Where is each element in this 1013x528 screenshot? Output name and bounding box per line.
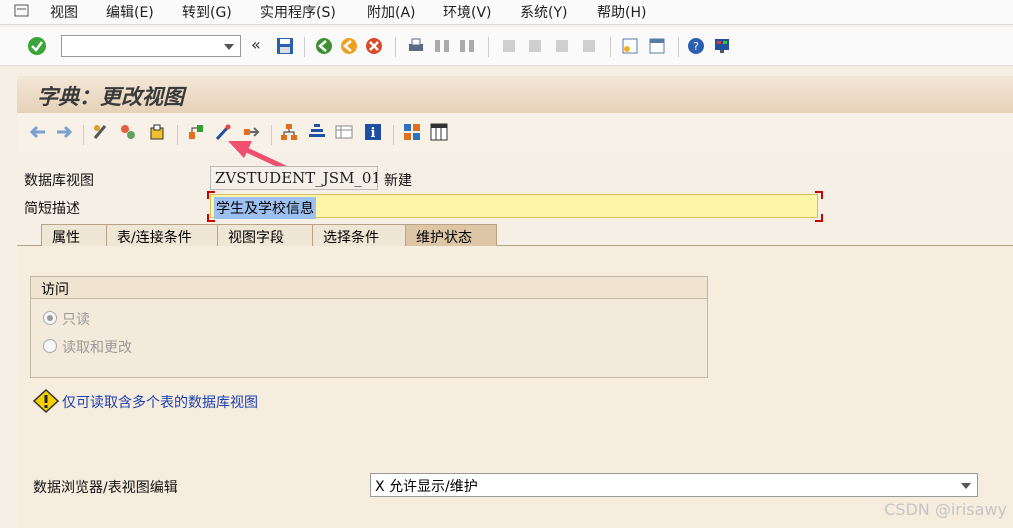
svg-text:?: ? <box>693 40 699 53</box>
access-group-title: 访问 <box>31 277 707 299</box>
print-icon[interactable] <box>407 37 425 55</box>
menu-bar: 视图 编辑(E) 转到(G) 实用程序(S) 附加(A) 环境(V) 系统(Y)… <box>0 0 1013 25</box>
db-view-field[interactable]: ZVSTUDENT_JSM_01 <box>210 166 378 190</box>
tab-label: 属性 <box>52 230 80 246</box>
shortcut-icon[interactable] <box>648 37 666 55</box>
data-browser-select[interactable]: X 允许显示/维护 <box>370 473 978 497</box>
hierarchy-icon[interactable] <box>280 123 298 141</box>
prev-page-icon[interactable] <box>526 37 544 55</box>
menu-edit[interactable]: 编辑(E) <box>106 2 154 22</box>
chevron-down-icon[interactable] <box>961 483 971 489</box>
arrow-right-icon[interactable] <box>55 123 73 141</box>
command-field[interactable] <box>61 35 241 57</box>
column-table-icon[interactable] <box>430 123 448 141</box>
customize-layout-icon[interactable] <box>713 37 731 55</box>
chevron-down-icon[interactable] <box>224 44 234 50</box>
radio-read-only[interactable] <box>43 311 57 325</box>
exit-icon[interactable] <box>340 37 358 55</box>
warning-icon <box>33 389 59 413</box>
menu-view[interactable]: 视图 <box>50 2 78 22</box>
first-page-icon[interactable] <box>500 37 518 55</box>
info-icon[interactable]: i <box>364 123 382 141</box>
short-description-value[interactable]: 学生及学校信息 <box>214 197 316 219</box>
where-used-icon[interactable] <box>242 123 260 141</box>
menu-utilities[interactable]: 实用程序(S) <box>260 2 336 22</box>
tab-strip: 属性 表/连接条件 视图字段 选择条件 维护状态 <box>17 222 1013 246</box>
watermark: CSDN @irisawy <box>884 500 1007 519</box>
data-browser-value: X 允许显示/维护 <box>375 479 478 495</box>
next-page-icon[interactable] <box>553 37 571 55</box>
short-description-field[interactable]: 学生及学校信息 <box>210 194 818 219</box>
radio-read-change-label: 读取和更改 <box>62 340 132 356</box>
save-icon[interactable] <box>276 37 294 55</box>
radio-read-only-label: 只读 <box>62 312 90 328</box>
last-page-icon[interactable] <box>580 37 598 55</box>
application-toolbar: i <box>17 113 1013 153</box>
access-group: 访问 <box>30 276 708 378</box>
find-icon[interactable] <box>433 37 451 55</box>
center-stack-icon[interactable] <box>308 123 326 141</box>
warning-message: 仅可读取含多个表的数据库视图 <box>62 395 258 411</box>
tab-label: 选择条件 <box>323 230 379 246</box>
new-session-icon[interactable] <box>621 37 639 55</box>
grid-layout-icon[interactable] <box>403 123 421 141</box>
menu-environment[interactable]: 环境(V) <box>443 2 492 22</box>
tab-maintenance-status[interactable]: 维护状态 <box>405 224 497 246</box>
window-menu-icon[interactable] <box>14 3 30 17</box>
help-icon[interactable]: ? <box>687 37 705 55</box>
other-object-icon[interactable] <box>148 123 166 141</box>
tab-attributes[interactable]: 属性 <box>41 224 107 246</box>
cancel-icon[interactable] <box>365 37 383 55</box>
tab-view-fields[interactable]: 视图字段 <box>217 224 313 246</box>
active-inactive-icon[interactable] <box>119 123 137 141</box>
arrow-left-icon[interactable] <box>29 123 47 141</box>
chevron-double-left-icon[interactable]: « <box>251 35 269 54</box>
menu-help[interactable]: 帮助(H) <box>597 2 646 22</box>
svg-text:i: i <box>371 126 376 141</box>
find-next-icon[interactable] <box>458 37 476 55</box>
title-bar: 字典：更改视图 <box>17 76 1013 114</box>
tab-label: 视图字段 <box>228 230 284 246</box>
tab-join-conditions[interactable]: 表/连接条件 <box>106 224 218 246</box>
tab-selection-conditions[interactable]: 选择条件 <box>312 224 406 246</box>
tab-label: 维护状态 <box>416 230 472 246</box>
status-new: 新建 <box>384 173 412 189</box>
check-icon[interactable] <box>187 123 205 141</box>
activate-wand-icon[interactable] <box>214 123 232 141</box>
short-desc-label: 简短描述 <box>24 201 80 217</box>
display-change-icon[interactable] <box>92 123 110 141</box>
db-view-label: 数据库视图 <box>24 173 94 189</box>
enter-check-icon[interactable] <box>27 36 47 56</box>
menu-system[interactable]: 系统(Y) <box>520 2 567 22</box>
back-icon[interactable] <box>315 37 333 55</box>
radio-read-change[interactable] <box>43 339 57 353</box>
data-browser-label: 数据浏览器/表视图编辑 <box>33 480 178 496</box>
menu-goto[interactable]: 转到(G) <box>182 2 232 22</box>
menu-extras[interactable]: 附加(A) <box>367 2 416 22</box>
tab-label: 表/连接条件 <box>117 230 192 246</box>
page-title: 字典：更改视图 <box>37 84 184 109</box>
table-view-icon[interactable] <box>335 123 353 141</box>
